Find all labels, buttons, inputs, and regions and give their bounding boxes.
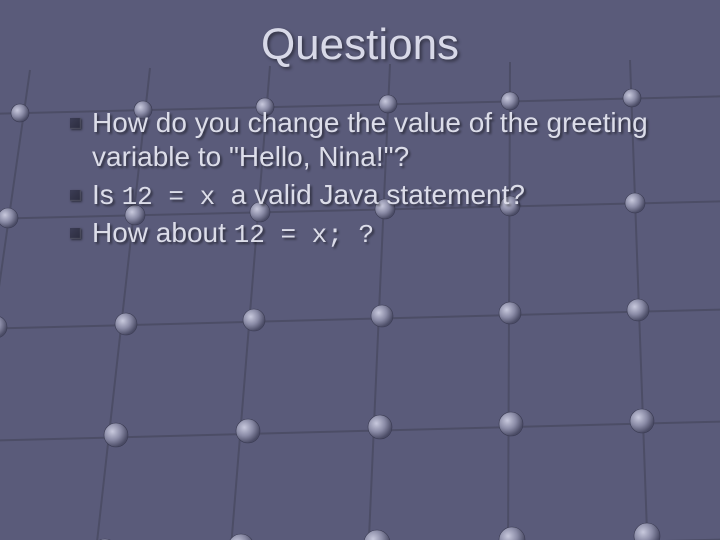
bullet-text: How about <box>92 217 234 248</box>
bullet-code: 12 = x <box>122 182 231 212</box>
bullet-text: How do you change the value of the greet… <box>92 107 648 172</box>
bullet-text-post: a valid Java statement? <box>231 179 525 210</box>
slide-content: Questions How do you change the value of… <box>0 0 720 251</box>
bullet-item: Is 12 = x a valid Java statement? <box>70 178 690 214</box>
bullet-item: How do you change the value of the greet… <box>70 106 690 176</box>
bullet-list: How do you change the value of the greet… <box>30 106 690 251</box>
bullet-text: Is <box>92 179 122 210</box>
bullet-item: How about 12 = x; ? <box>70 216 690 252</box>
slide-title: Questions <box>30 20 690 70</box>
bullet-code: 12 = x; ? <box>234 220 374 250</box>
